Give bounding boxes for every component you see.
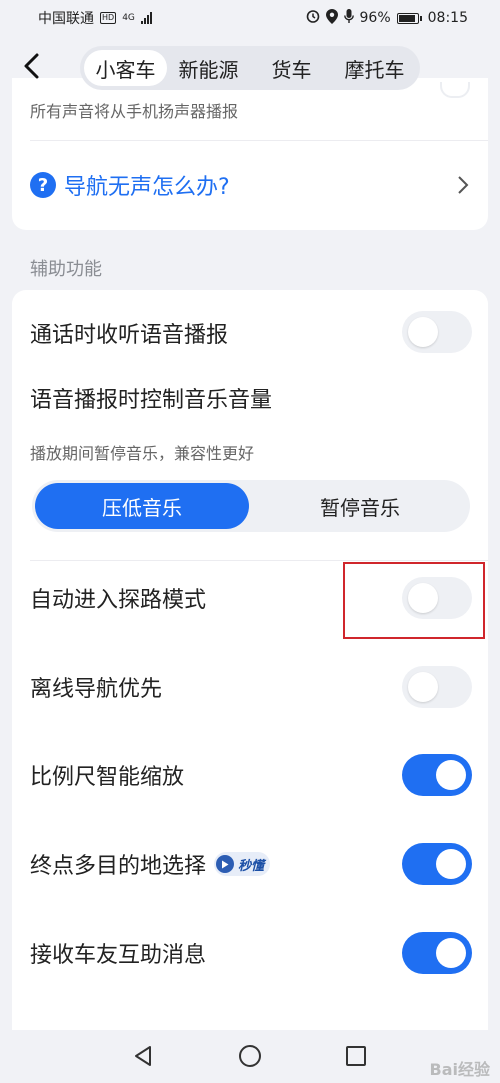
vehicle-type-tabs: 小客车 新能源 货车 摩托车 (80, 46, 420, 90)
multi-destination-label: 终点多目的地选择 (30, 854, 207, 879)
tab-car[interactable]: 小客车 (84, 50, 167, 86)
rider-messages-toggle[interactable] (402, 932, 472, 974)
chevron-right-icon (456, 173, 470, 197)
setting-row-smart-zoom: 比例尺智能缩放 (12, 732, 488, 818)
status-bar: 中国联通 HD 4G 96% 08:15 (0, 0, 500, 36)
nav-home-icon[interactable] (238, 1044, 262, 1068)
setting-row-call-broadcast: 通话时收听语音播报 (12, 290, 488, 376)
setting-label: 比例尺智能缩放 (30, 765, 185, 790)
smart-zoom-toggle[interactable] (402, 754, 472, 796)
setting-label: 通话时收听语音播报 (30, 323, 229, 348)
help-no-sound-row[interactable]: ? 导航无声怎么办? (12, 140, 488, 230)
setting-row-offline-first: 离线导航优先 (12, 644, 488, 730)
page-header: 小客车 新能源 货车 摩托车 (0, 36, 500, 100)
alarm-icon (306, 9, 320, 27)
setting-label: 终点多目的地选择 秒懂 (30, 848, 271, 880)
battery-percent: 96% (359, 10, 391, 26)
speaker-description: 所有声音将从手机扬声器播报 (30, 102, 239, 121)
tab-new-energy[interactable]: 新能源 (167, 50, 250, 86)
question-circle-icon: ? (30, 172, 56, 198)
music-control-segmented: 压低音乐 暂停音乐 (32, 480, 470, 532)
system-nav-bar: Bai经验 (0, 1030, 500, 1083)
settings-page: 中国联通 HD 4G 96% 08:15 所有声音将从手机扬声器播报 ? 导航无… (0, 0, 500, 1083)
highlight-annotation (343, 562, 485, 639)
setting-label: 自动进入探路模式 (30, 588, 207, 613)
tab-truck[interactable]: 货车 (250, 50, 333, 86)
multi-destination-toggle[interactable] (402, 843, 472, 885)
carrier-name: 中国联通 (38, 11, 94, 27)
hd-badge: HD (100, 12, 117, 24)
help-no-sound-link[interactable]: 导航无声怎么办? (64, 169, 230, 201)
clock: 08:15 (427, 10, 468, 26)
option-lower-music[interactable]: 压低音乐 (35, 483, 249, 529)
explain-badge[interactable]: 秒懂 (214, 852, 271, 876)
offline-first-toggle[interactable] (402, 666, 472, 708)
assist-settings-card: 通话时收听语音播报 语音播报时控制音乐音量 播放期间暂停音乐，兼容性更好 压低音… (12, 290, 488, 1035)
back-button[interactable] (18, 52, 44, 84)
setting-row-rider-messages: 接收车友互助消息 (12, 910, 488, 996)
signal-icon (140, 12, 152, 24)
battery-icon (396, 12, 422, 24)
section-title-assist: 辅助功能 (30, 259, 102, 280)
call-broadcast-toggle[interactable] (402, 311, 472, 353)
nav-recent-icon[interactable] (344, 1044, 368, 1068)
network-type: 4G (122, 12, 135, 23)
play-icon (216, 855, 235, 873)
watermark-logo: Bai经验 (429, 1060, 490, 1079)
setting-label: 离线导航优先 (30, 677, 163, 702)
chevron-left-icon (22, 52, 40, 84)
explain-badge-text: 秒懂 (238, 858, 265, 874)
setting-label: 语音播报时控制音乐音量 (30, 388, 273, 413)
music-control-description: 播放期间暂停音乐，兼容性更好 (30, 444, 255, 463)
option-pause-music[interactable]: 暂停音乐 (253, 483, 467, 529)
voice-output-card: 所有声音将从手机扬声器播报 ? 导航无声怎么办? (12, 78, 488, 230)
location-icon (325, 8, 338, 28)
setting-label: 接收车友互助消息 (30, 943, 207, 968)
setting-row-multi-destination: 终点多目的地选择 秒懂 (12, 821, 488, 907)
setting-row-music-control: 语音播报时控制音乐音量 (12, 376, 488, 420)
nav-back-icon[interactable] (131, 1044, 155, 1068)
tab-motorcycle[interactable]: 摩托车 (333, 50, 416, 86)
microphone-icon (343, 8, 354, 28)
